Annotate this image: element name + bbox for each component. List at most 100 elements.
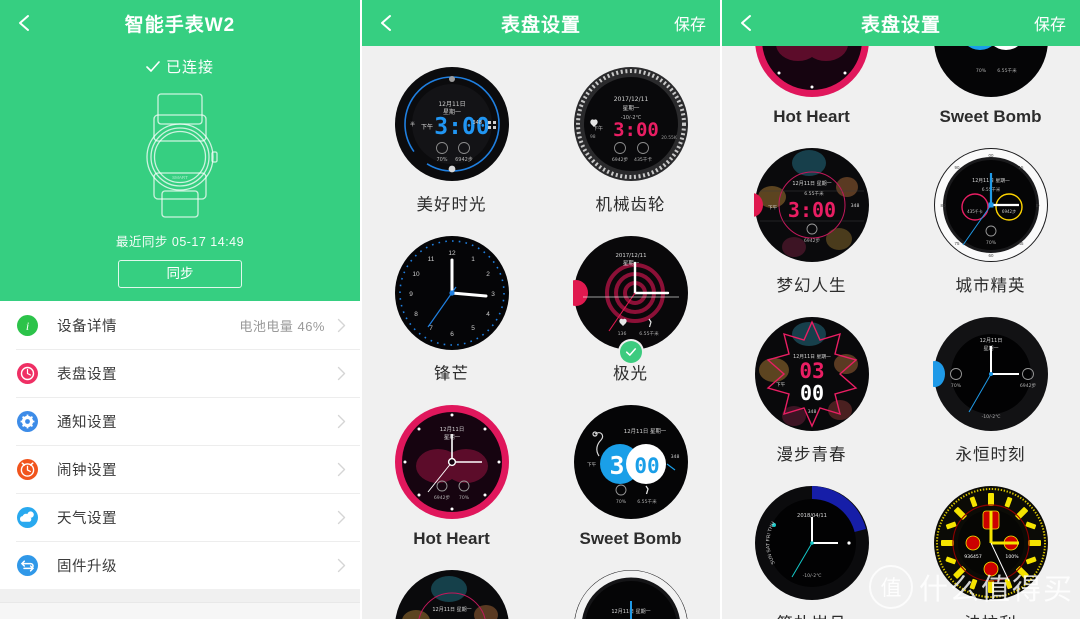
svg-text:90: 90 <box>954 165 959 170</box>
watchface-preview[interactable]: 12月11日 星期一 <box>573 569 689 619</box>
svg-text:348: 348 <box>850 203 859 209</box>
watchface-preview[interactable]: 12月11日 星期一 3 00 下午 348 70% 6.55千米 <box>573 404 689 520</box>
page-title: 表盘设置 <box>500 14 581 36</box>
svg-text:6.55千米: 6.55千米 <box>639 330 659 337</box>
watchface-grid: 12月11日 星期一 下午 3:00 70% 6942步 半 348 美好时光 … <box>362 46 720 619</box>
watchface-preview[interactable]: 12 1 2 345 678 9 10 11 <box>394 235 510 351</box>
svg-text:2: 2 <box>486 271 490 278</box>
watchface-label: 极光 <box>613 365 648 383</box>
svg-text:80: 80 <box>940 203 945 208</box>
watchface-item[interactable]: 12月11日 星期一 3 00 下午 348 70% 6.55千米 Sweet … <box>541 388 720 553</box>
chevron-right-icon <box>337 318 346 333</box>
sidebar-item-weather-settings[interactable]: 天气设置 <box>0 493 360 541</box>
watchface-item[interactable]: 12月11日 星期一 <box>362 553 541 619</box>
svg-text:936457: 936457 <box>964 554 982 560</box>
svg-text:6942步: 6942步 <box>803 238 820 244</box>
watchface-item[interactable]: 12月11日 星期一 6942步 70% Hot Heart <box>362 388 541 553</box>
svg-text:半: 半 <box>410 121 415 128</box>
connection-status: 已连接 <box>0 46 360 77</box>
sidebar-item-device-details[interactable]: i 设备详情 电池电量 46% <box>0 301 360 349</box>
svg-text:435千卡: 435千卡 <box>634 156 652 163</box>
page-title: 智能手表W2 <box>124 14 236 36</box>
watchface-item[interactable]: 12月11日 星期一 <box>541 553 720 619</box>
sync-button[interactable]: 同步 <box>118 260 242 288</box>
watchface-preview[interactable]: 2017/12/11 星期一 -10/-2℃ 3:00 下午 98 20.55K… <box>573 66 689 182</box>
svg-text:3:00: 3:00 <box>434 114 489 140</box>
svg-text:12: 12 <box>448 250 456 257</box>
svg-text:11: 11 <box>427 256 434 263</box>
watchface-item[interactable]: 936457 100% 法拉利 <box>901 469 1080 619</box>
chevron-left-icon[interactable] <box>736 12 758 34</box>
svg-text:下午: 下午 <box>768 204 778 211</box>
svg-text:03: 03 <box>799 359 824 383</box>
svg-text:70%: 70% <box>615 499 626 505</box>
watchface-label: 美好时光 <box>416 196 487 214</box>
watchface-item[interactable]: 2017/12/11 星期一 136 6.55千米 极光 <box>541 219 720 388</box>
battery-value: 电池电量 46% <box>239 318 325 334</box>
watchface-item[interactable]: 2018/04/11 SUN SAT FRI THU WED TUE MON -… <box>722 469 901 619</box>
beautiful-time-face: 12月11日 星期一 下午 3:00 70% 6942步 半 348 <box>394 67 509 181</box>
save-button[interactable]: 保存 <box>674 11 706 35</box>
svg-text:12月11日 星期一: 12月11日 星期一 <box>432 607 471 613</box>
svg-text:6942步: 6942步 <box>455 157 473 163</box>
watchface-preview[interactable]: 12月11日 星期一 6.55千米 3:00 下午 348 6942步 <box>753 147 870 263</box>
svg-text:136: 136 <box>617 331 626 337</box>
chevron-left-icon[interactable] <box>376 12 398 34</box>
watchface-navbar: 表盘设置 保存 <box>362 0 720 46</box>
svg-text:下午: 下午 <box>776 381 786 388</box>
watchface-icon <box>16 362 39 385</box>
sidebar-item-firmware-upgrade[interactable]: 固件升级 <box>0 541 360 589</box>
watchface-preview[interactable]: 12月11日 星期一 6942步 70% <box>394 404 510 520</box>
chevron-right-icon <box>337 462 346 477</box>
svg-text:15: 15 <box>1018 165 1023 170</box>
svg-text:00: 00 <box>634 454 659 478</box>
sidebar-item-alarm-settings[interactable]: 闹钟设置 <box>0 445 360 493</box>
svg-text:下午: 下午 <box>420 123 432 131</box>
device-hero: 已连接 SMART 最近同步 05-17 14:49 同步 <box>0 46 360 301</box>
svg-text:60: 60 <box>988 253 993 258</box>
list-bottom-spacer <box>0 603 360 619</box>
svg-text:3: 3 <box>609 451 624 480</box>
svg-text:6942步: 6942步 <box>433 495 450 501</box>
watchface-label: 机械齿轮 <box>595 196 666 214</box>
watchface-panel-scrolled: 表盘设置 保存 Hot Heart 70% 6.55千米 Sweet Bomb … <box>722 0 1080 619</box>
svg-text:6.55千米: 6.55千米 <box>804 190 824 197</box>
gear-icon <box>16 410 39 433</box>
watchface-item[interactable]: 12月11日 星期一 6.55千米 3:00 下午 348 6942步 梦幻人生 <box>722 131 901 300</box>
watchface-preview[interactable]: 2018/04/11 SUN SAT FRI THU WED TUE MON -… <box>754 485 870 601</box>
watchface-item[interactable]: 12月11日 星期一 03 00 下午 348 漫步青春 <box>722 300 901 469</box>
svg-text:-10/-2℃: -10/-2℃ <box>981 414 1000 420</box>
watchface-item[interactable]: 12月11日 星期一 70% 6942步 -10/-2℃ 永恒时刻 <box>901 300 1080 469</box>
svg-text:下午: 下午 <box>587 461 597 468</box>
connection-status-label: 已连接 <box>165 59 214 76</box>
watchface-item[interactable]: 2017/12/11 星期一 -10/-2℃ 3:00 下午 98 20.55K… <box>541 50 720 219</box>
watchface-preview[interactable]: 12月11日 星期一 <box>394 569 510 619</box>
watchface-preview[interactable]: 12月11日 星期一 03 00 下午 348 <box>754 316 870 432</box>
device-navbar: 智能手表W2 <box>0 0 360 46</box>
save-button[interactable]: 保存 <box>1034 11 1066 35</box>
watchface-preview[interactable]: 12月11日 星期一 下午 3:00 70% 6942步 半 348 <box>394 66 510 182</box>
svg-text:70%: 70% <box>950 383 961 389</box>
svg-text:6942步: 6942步 <box>1001 208 1015 214</box>
watchface-preview[interactable]: 2017/12/11 星期一 136 6.55千米 <box>572 235 689 363</box>
svg-text:70%: 70% <box>985 240 996 246</box>
svg-text:6942步: 6942步 <box>611 157 628 163</box>
watchface-item[interactable]: 001530 456075 8090 12月11日 星期一 6.55千米 435… <box>901 131 1080 300</box>
svg-text:8: 8 <box>414 311 418 318</box>
svg-text:星期一: 星期一 <box>622 260 639 267</box>
sidebar-item-watchface-settings[interactable]: 表盘设置 <box>0 349 360 397</box>
settings-list: i 设备详情 电池电量 46% 表盘设置 通知设置 闹钟设置 天气设置 固件升级 <box>0 301 360 589</box>
watchface-item[interactable]: 12 1 2 345 678 9 10 11 锋芒 <box>362 219 541 388</box>
mechanical-gear-face: 2017/12/11 星期一 -10/-2℃ 3:00 下午 98 20.55K… <box>573 67 688 181</box>
watchface-preview[interactable]: 936457 100% <box>933 485 1049 601</box>
chevron-left-icon[interactable] <box>14 12 36 34</box>
watchface-item[interactable]: 12月11日 星期一 下午 3:00 70% 6942步 半 348 美好时光 <box>362 50 541 219</box>
watchface-label: 漫步青春 <box>776 446 847 464</box>
svg-text:SMART: SMART <box>172 175 188 180</box>
watchface-label: 梦幻人生 <box>776 277 847 295</box>
sidebar-item-notification-settings[interactable]: 通知设置 <box>0 397 360 445</box>
watchface-label: 锋芒 <box>434 365 469 383</box>
watchface-preview[interactable]: 001530 456075 8090 12月11日 星期一 6.55千米 435… <box>933 147 1049 263</box>
simple-years-face: 2018/04/11 SUN SAT FRI THU WED TUE MON -… <box>754 485 869 600</box>
watchface-preview[interactable]: 12月11日 星期一 70% 6942步 -10/-2℃ <box>932 316 1049 432</box>
